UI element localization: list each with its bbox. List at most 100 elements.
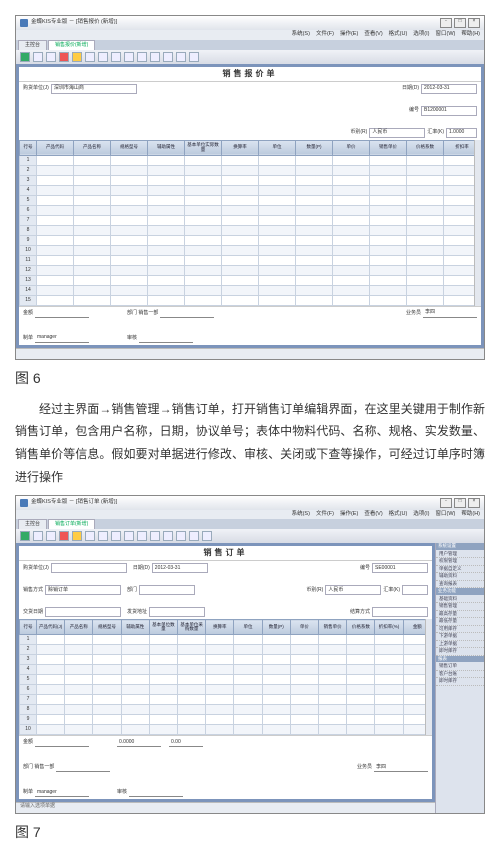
tool-icon[interactable] (176, 531, 186, 541)
grid-cell[interactable] (259, 215, 296, 225)
grid-cell[interactable] (234, 695, 262, 705)
grid-cell[interactable] (121, 675, 149, 685)
grid-cell[interactable] (74, 285, 111, 295)
grid-cell[interactable] (290, 725, 318, 735)
grid-cell[interactable] (121, 705, 149, 715)
grid-cell[interactable] (296, 245, 333, 255)
grid-cell[interactable] (319, 695, 347, 705)
menu-item[interactable]: 格式(U) (389, 512, 408, 518)
grid-cell[interactable] (148, 185, 185, 195)
grid-cell[interactable] (290, 715, 318, 725)
grid-cell[interactable] (407, 215, 444, 225)
grid-cell[interactable] (319, 685, 347, 695)
grid-cell[interactable] (347, 685, 375, 695)
grid-cell[interactable] (74, 205, 111, 215)
panel-item[interactable]: 下游单据 (436, 633, 484, 641)
panel-item[interactable]: 即时库存 (436, 678, 484, 686)
grid-cell[interactable] (262, 665, 290, 675)
grid-cell[interactable] (37, 255, 74, 265)
grid-cell[interactable] (407, 195, 444, 205)
dept-input[interactable] (139, 585, 195, 595)
col-header[interactable]: 单位 (234, 620, 262, 635)
grid-cell[interactable] (37, 685, 65, 695)
grid-cell[interactable] (111, 275, 148, 285)
grid-cell[interactable]: 15 (20, 295, 37, 305)
grid-cell[interactable] (259, 165, 296, 175)
tool-icon[interactable] (59, 531, 69, 541)
grid-cell[interactable] (290, 655, 318, 665)
grid-cell[interactable] (296, 255, 333, 265)
grid-cell[interactable] (296, 205, 333, 215)
salemode-input[interactable]: 赊销订单 (45, 585, 121, 595)
grid-cell[interactable] (74, 195, 111, 205)
grid-cell[interactable] (370, 285, 407, 295)
grid-cell[interactable] (93, 725, 121, 735)
grid-cell[interactable] (333, 155, 370, 165)
grid-cell[interactable] (121, 665, 149, 675)
grid-cell[interactable] (149, 705, 177, 715)
grid-cell[interactable] (37, 225, 74, 235)
col-header[interactable]: 换算率 (222, 140, 259, 155)
grid-cell[interactable] (65, 725, 93, 735)
grid-cell[interactable] (37, 695, 65, 705)
grid-cell[interactable] (111, 205, 148, 215)
grid-cell[interactable] (93, 645, 121, 655)
grid-cell[interactable] (259, 175, 296, 185)
grid-cell[interactable] (222, 225, 259, 235)
grid-cell[interactable] (407, 185, 444, 195)
grid-cell[interactable] (65, 655, 93, 665)
grid-cell[interactable] (37, 725, 65, 735)
grid-cell[interactable] (370, 215, 407, 225)
grid-cell[interactable] (37, 235, 74, 245)
customer-input[interactable] (51, 563, 127, 573)
grid-cell[interactable] (111, 235, 148, 245)
grid-cell[interactable] (178, 695, 206, 705)
grid-cell[interactable] (333, 235, 370, 245)
panel-item[interactable]: 销售订单 (436, 663, 484, 671)
col-header[interactable]: 价格系数 (407, 140, 444, 155)
menu-item[interactable]: 系统(S) (292, 32, 310, 38)
grid-cell[interactable] (185, 265, 222, 275)
grid-cell[interactable] (148, 205, 185, 215)
grid-cell[interactable] (37, 655, 65, 665)
customer-input[interactable]: 深圳市海山商 (51, 84, 137, 94)
grid-cell[interactable] (206, 685, 234, 695)
grid-cell[interactable] (407, 205, 444, 215)
grid-cell[interactable] (347, 635, 375, 645)
grid-cell[interactable] (319, 655, 347, 665)
menu-item[interactable]: 格式(U) (389, 32, 408, 38)
grid-cell[interactable] (149, 645, 177, 655)
sales-box[interactable]: 李四 (374, 763, 428, 772)
grid-cell[interactable] (259, 155, 296, 165)
grid-cell[interactable] (206, 655, 234, 665)
grid-cell[interactable] (370, 195, 407, 205)
grid-cell[interactable] (74, 165, 111, 175)
sales-box[interactable]: 李四 (423, 309, 477, 318)
close-icon[interactable]: × (468, 498, 480, 508)
grid-cell[interactable]: 3 (20, 175, 37, 185)
col-header[interactable]: 单价 (290, 620, 318, 635)
grid-cell[interactable] (296, 165, 333, 175)
grid-cell[interactable] (178, 645, 206, 655)
grid-cell[interactable] (333, 225, 370, 235)
grid-cell[interactable] (407, 225, 444, 235)
grid-cell[interactable]: 8 (20, 225, 37, 235)
scrollbar[interactable] (425, 619, 432, 735)
grid-cell[interactable] (259, 195, 296, 205)
grid-cell[interactable] (74, 295, 111, 305)
grid-cell[interactable] (333, 255, 370, 265)
grid-cell[interactable] (370, 295, 407, 305)
grid-cell[interactable] (333, 165, 370, 175)
col-header[interactable]: 基本单位实际数量 (185, 140, 222, 155)
col-header[interactable]: 数量(P) (296, 140, 333, 155)
grid-cell[interactable] (407, 175, 444, 185)
grid-cell[interactable] (333, 175, 370, 185)
grid-cell[interactable] (111, 155, 148, 165)
grid-cell[interactable] (37, 665, 65, 675)
grid-cell[interactable] (37, 245, 74, 255)
grid-cell[interactable] (148, 295, 185, 305)
grid-cell[interactable] (178, 675, 206, 685)
grid-cell[interactable] (178, 725, 206, 735)
grid-cell[interactable] (37, 165, 74, 175)
grid-cell[interactable] (37, 645, 65, 655)
